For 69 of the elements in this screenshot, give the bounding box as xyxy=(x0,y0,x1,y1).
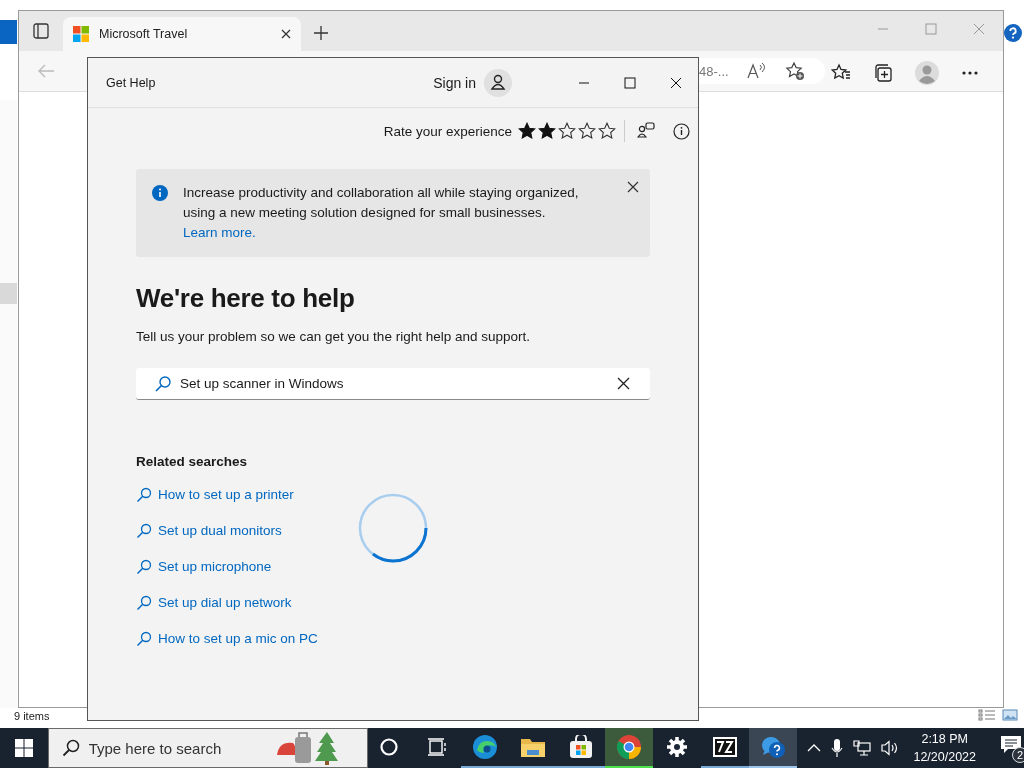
related-search-link[interactable]: How to set up a mic on PC xyxy=(136,629,318,649)
tab-title: Microsoft Travel xyxy=(99,27,189,41)
section-title: Related searches xyxy=(136,454,249,469)
help-chat-icon[interactable] xyxy=(760,734,787,760)
sign-in-link[interactable]: Sign in xyxy=(433,74,476,91)
taskbar-search-field[interactable]: Type here to search xyxy=(47,728,368,768)
related-search-link[interactable]: Set up dial up network xyxy=(136,593,292,613)
page-heading: We're here to help xyxy=(136,283,356,314)
profile-avatar-icon[interactable] xyxy=(915,61,939,85)
collections-icon[interactable] xyxy=(873,63,893,83)
status-text: 9 items xyxy=(14,710,50,722)
microphone-icon[interactable] xyxy=(831,738,844,758)
star-icon[interactable] xyxy=(558,122,576,140)
related-search-link[interactable]: Set up microphone xyxy=(136,557,272,577)
close-icon[interactable] xyxy=(627,181,639,193)
search-icon xyxy=(154,374,172,393)
clock[interactable]: 2:18 PM 12/20/2022 xyxy=(913,730,976,766)
search-icon xyxy=(136,631,152,647)
related-search-link[interactable]: How to set up a printer xyxy=(136,485,294,505)
clock-date: 12/20/2022 xyxy=(913,749,976,766)
tab-actions-icon[interactable] xyxy=(33,23,49,39)
close-icon[interactable] xyxy=(281,29,291,39)
edge-icon[interactable] xyxy=(472,734,499,760)
info-icon[interactable] xyxy=(673,122,690,140)
feedback-icon[interactable] xyxy=(637,122,655,140)
star-icon[interactable] xyxy=(538,122,556,140)
clear-icon[interactable] xyxy=(617,377,630,390)
browser-tab[interactable]: Microsoft Travel xyxy=(63,17,301,51)
show-hidden-icons-icon[interactable] xyxy=(807,744,822,752)
page-subtitle: Tell us your problem so we can get you the right help and support. xyxy=(136,329,531,344)
search-field[interactable]: Set up scanner in Windows xyxy=(136,368,650,400)
info-icon xyxy=(152,185,168,201)
address-text[interactable]: 48-... xyxy=(699,63,729,79)
archive-app-icon[interactable] xyxy=(712,736,739,758)
help-icon[interactable] xyxy=(1004,24,1022,42)
search-icon xyxy=(61,739,80,757)
star-icon[interactable] xyxy=(518,122,536,140)
windows-logo-icon xyxy=(73,26,89,42)
windows-start-icon[interactable] xyxy=(14,739,33,757)
add-favorite-icon[interactable] xyxy=(784,61,805,81)
search-icon xyxy=(136,559,152,575)
rating-label: Rate your experience xyxy=(383,123,512,139)
related-search-link[interactable]: Set up dual monitors xyxy=(136,521,282,541)
task-view-icon[interactable] xyxy=(427,738,448,756)
account-icon[interactable] xyxy=(484,68,512,97)
settings-icon[interactable] xyxy=(666,736,689,758)
star-icon[interactable] xyxy=(598,122,616,140)
search-icon xyxy=(136,595,152,611)
read-aloud-icon[interactable] xyxy=(746,62,767,80)
folder-icon[interactable] xyxy=(520,736,547,758)
window-title: Get Help xyxy=(106,75,157,90)
notification-count: 2 xyxy=(1012,747,1024,763)
cortana-icon[interactable] xyxy=(379,737,400,757)
search-icon xyxy=(136,523,152,539)
network-icon[interactable] xyxy=(853,740,872,756)
clock-time: 2:18 PM xyxy=(921,731,968,748)
details-view-icon[interactable] xyxy=(978,709,996,721)
chrome-icon[interactable] xyxy=(616,734,643,760)
search-icon xyxy=(136,487,152,503)
close-icon[interactable] xyxy=(670,76,682,89)
maximize-icon[interactable] xyxy=(624,76,636,89)
star-icon[interactable] xyxy=(578,122,596,140)
volume-icon[interactable] xyxy=(881,740,900,756)
new-tab-icon[interactable] xyxy=(313,25,329,41)
learn-more-link[interactable]: Learn more. xyxy=(183,225,256,240)
banner-text: Increase productivity and collaboration all while staying organized, using a new meeting solution designed for small businesses. Learn more. xyxy=(183,185,579,240)
thumbnail-view-icon[interactable] xyxy=(1002,709,1018,721)
store-icon[interactable] xyxy=(569,735,594,759)
more-icon[interactable] xyxy=(961,70,979,76)
